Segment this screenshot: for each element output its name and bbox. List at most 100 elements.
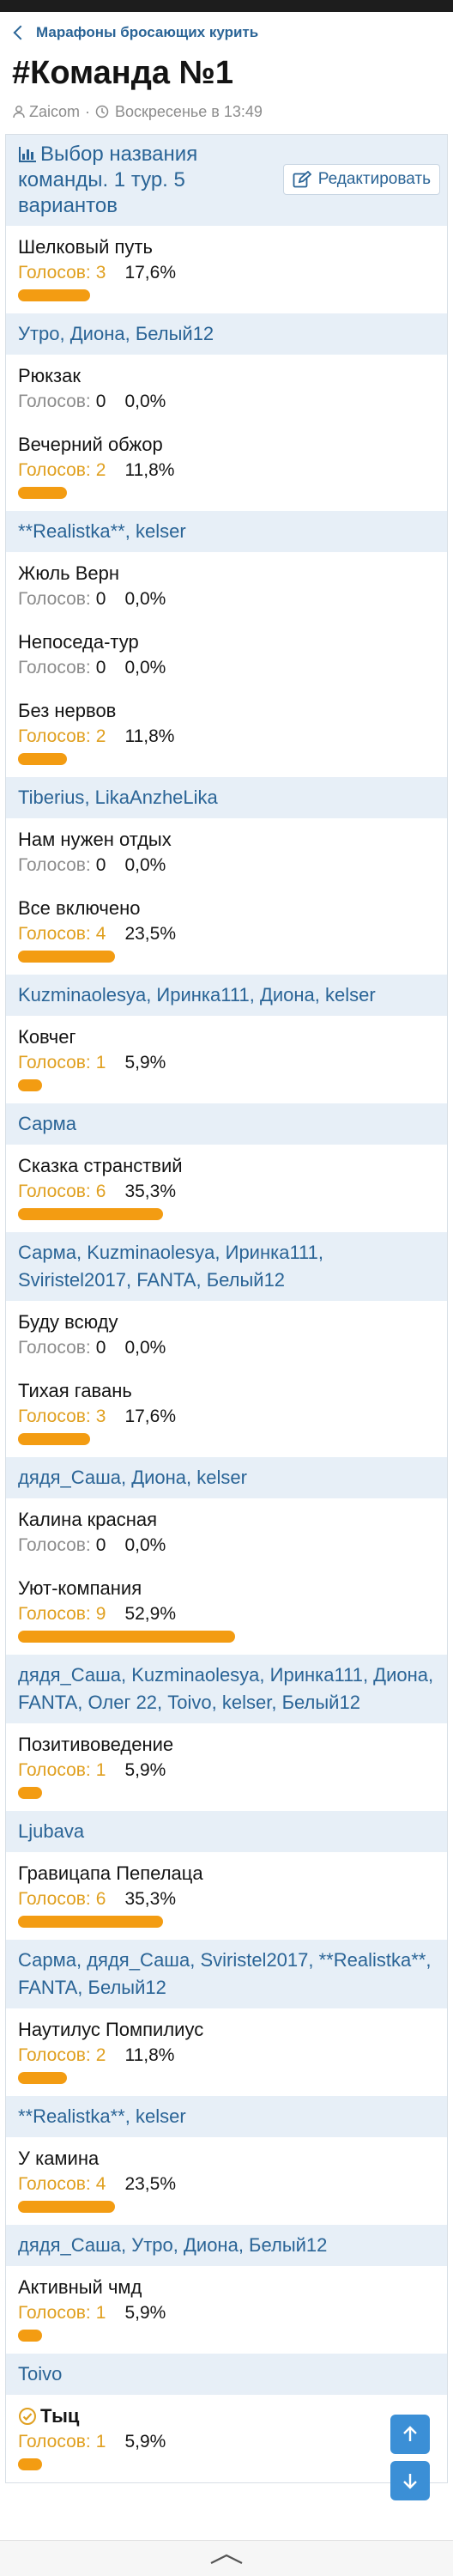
voter-link[interactable]: FANTA — [18, 1977, 77, 1998]
voter-link[interactable]: kelser — [136, 2105, 186, 2127]
poll-option-votes[interactable]: Голосов: 3 17,6% — [18, 1404, 435, 1430]
scroll-up-button[interactable] — [390, 2415, 430, 2454]
voter-link[interactable]: Утро — [18, 323, 60, 344]
voter-separator: , — [238, 2234, 250, 2256]
voter-link[interactable]: Иринка111 — [270, 1664, 363, 1686]
voter-link[interactable]: FANTA — [136, 1269, 196, 1291]
bottom-bar[interactable] — [0, 2540, 453, 2576]
poll-option-text: Все включено — [18, 897, 141, 919]
voter-link[interactable]: **Realistka** — [18, 2105, 125, 2127]
poll-option-text: У камина — [18, 2148, 100, 2169]
voter-link[interactable]: Ljubava — [18, 1820, 84, 1842]
poll-option-votes[interactable]: Голосов: 4 23,5% — [18, 921, 435, 947]
voter-link[interactable]: kelser — [196, 1467, 247, 1488]
voter-link[interactable]: Kuzminaolesya — [18, 984, 146, 1005]
poll-option-votes[interactable]: Голосов: 9 52,9% — [18, 1601, 435, 1627]
voter-separator: , — [124, 520, 136, 542]
voter-link[interactable]: **Realistka** — [18, 520, 125, 542]
poll-option-votes[interactable]: Голосов: 2 11,8% — [18, 458, 435, 483]
voter-link[interactable]: Иринка111 — [156, 984, 249, 1005]
poll-option-label: Без нервов — [18, 698, 435, 724]
poll-option: Активный чмд Голосов: 1 5,9% — [6, 2266, 447, 2354]
voter-link[interactable]: Диона — [184, 2234, 239, 2256]
votes-count: 3 — [95, 263, 106, 283]
poll-option-votes[interactable]: Голосов: 6 35,3% — [18, 1886, 435, 1912]
edit-icon — [293, 171, 311, 188]
check-circle-icon — [19, 2408, 36, 2425]
edit-button-label: Редактировать — [317, 170, 431, 188]
poll-option-votes[interactable]: Голосов: 2 11,8% — [18, 724, 435, 750]
voter-link[interactable]: дядя_Саша — [18, 2234, 121, 2256]
voter-link[interactable]: FANTA — [18, 1692, 77, 1713]
voter-link[interactable]: Toivo — [18, 2363, 62, 2385]
votes-count: 0 — [95, 392, 106, 411]
voter-link[interactable]: Kuzminaolesya — [131, 1664, 259, 1686]
vote-bar — [18, 1433, 90, 1445]
voter-link[interactable]: дядя_Саша — [18, 1467, 121, 1488]
poll-option-label: Калина красная — [18, 1507, 435, 1533]
voter-link[interactable]: Белый12 — [249, 2234, 327, 2256]
voter-link[interactable]: kelser — [222, 1692, 271, 1713]
poll-option: Сказка странствий Голосов: 6 35,3% — [6, 1145, 447, 1232]
voter-link[interactable]: Белый12 — [207, 1269, 285, 1291]
voter-separator: , — [77, 1692, 88, 1713]
poll-option-label: Все включено — [18, 896, 435, 921]
author-link[interactable]: Zaicom — [29, 103, 80, 121]
voter-link[interactable]: Сарма — [18, 1949, 76, 1971]
breadcrumb-label: Марафоны бросающих курить — [36, 24, 259, 40]
voter-link[interactable]: Sviristel2017 — [200, 1949, 308, 1971]
voter-link[interactable]: Сарма — [18, 1113, 76, 1134]
voter-separator: , — [121, 1467, 132, 1488]
breadcrumb[interactable]: Марафоны бросающих курить — [0, 12, 453, 46]
voter-separator: , — [308, 1949, 319, 1971]
voter-link[interactable]: дядя_Саша — [18, 1664, 121, 1686]
voter-link[interactable]: Sviristel2017 — [18, 1269, 126, 1291]
voter-separator: , — [125, 1269, 137, 1291]
voter-link[interactable]: Иринка111 — [226, 1242, 318, 1263]
voters-list: дядя_Саша, Утро, Диона, Белый12 — [6, 2225, 447, 2266]
edit-button[interactable]: Редактировать — [282, 164, 440, 195]
voter-link[interactable]: kelser — [325, 984, 376, 1005]
voter-link[interactable]: LikaAnzheLika — [95, 787, 218, 808]
voter-link[interactable]: Kuzminaolesya — [87, 1242, 214, 1263]
votes-count: 2 — [95, 2045, 106, 2065]
voter-link[interactable]: Белый12 — [88, 1977, 166, 1998]
poll-option-votes[interactable]: Голосов: 4 23,5% — [18, 2172, 435, 2197]
voter-link[interactable]: Белый12 — [136, 323, 214, 344]
poll-option-votes[interactable]: Голосов: 6 35,3% — [18, 1179, 435, 1205]
voters-list: дядя_Саша, Kuzminaolesya, Иринка111, Дио… — [6, 1655, 447, 1723]
poll-option: Вечерний обжор Голосов: 2 11,8% — [6, 423, 447, 511]
voter-separator: , — [121, 2234, 132, 2256]
voter-link[interactable]: Диона — [373, 1664, 428, 1686]
voter-link[interactable]: дядя_Саша — [87, 1949, 190, 1971]
vote-bar — [18, 487, 67, 499]
poll-option-votes[interactable]: Голосов: 2 11,8% — [18, 2043, 435, 2069]
poll-option-votes[interactable]: Голосов: 1 5,9% — [18, 1050, 435, 1076]
voter-link[interactable]: Сарма — [18, 1242, 76, 1263]
voter-link[interactable]: Диона — [131, 1467, 186, 1488]
voter-link[interactable]: **Realistka** — [319, 1949, 426, 1971]
voter-link[interactable]: Утро — [131, 2234, 173, 2256]
poll-option-votes[interactable]: Голосов: 3 17,6% — [18, 260, 435, 286]
voter-separator: , — [77, 1977, 88, 1998]
poll-block: Выбор названия команды. 1 тур. 5 вариант… — [5, 134, 448, 2483]
voter-link[interactable]: Олег 22 — [88, 1692, 158, 1713]
voter-link[interactable]: Белый12 — [282, 1692, 360, 1713]
poll-option-label: Буду всюду — [18, 1309, 435, 1335]
poll-option-votes[interactable]: Голосов: 1 5,9% — [18, 2429, 435, 2455]
voter-link[interactable]: Toivo — [167, 1692, 211, 1713]
voter-link[interactable]: Диона — [260, 984, 315, 1005]
voter-link[interactable]: kelser — [136, 520, 186, 542]
poll-option-text: Шелковый путь — [18, 236, 153, 258]
status-bar — [0, 0, 453, 12]
poll-option-label: Жюль Верн — [18, 561, 435, 586]
votes-count: 4 — [95, 2174, 106, 2194]
poll-option-votes[interactable]: Голосов: 1 5,9% — [18, 2300, 435, 2326]
voter-separator: , — [190, 1949, 201, 1971]
voter-link[interactable]: Tiberius — [18, 787, 84, 808]
voter-link[interactable]: Диона — [70, 323, 125, 344]
poll-option-votes[interactable]: Голосов: 1 5,9% — [18, 1758, 435, 1783]
vote-bar — [18, 1079, 42, 1091]
poll-option-votes: Голосов: 0 0,0% — [18, 655, 435, 681]
scroll-down-button[interactable] — [390, 2461, 430, 2500]
